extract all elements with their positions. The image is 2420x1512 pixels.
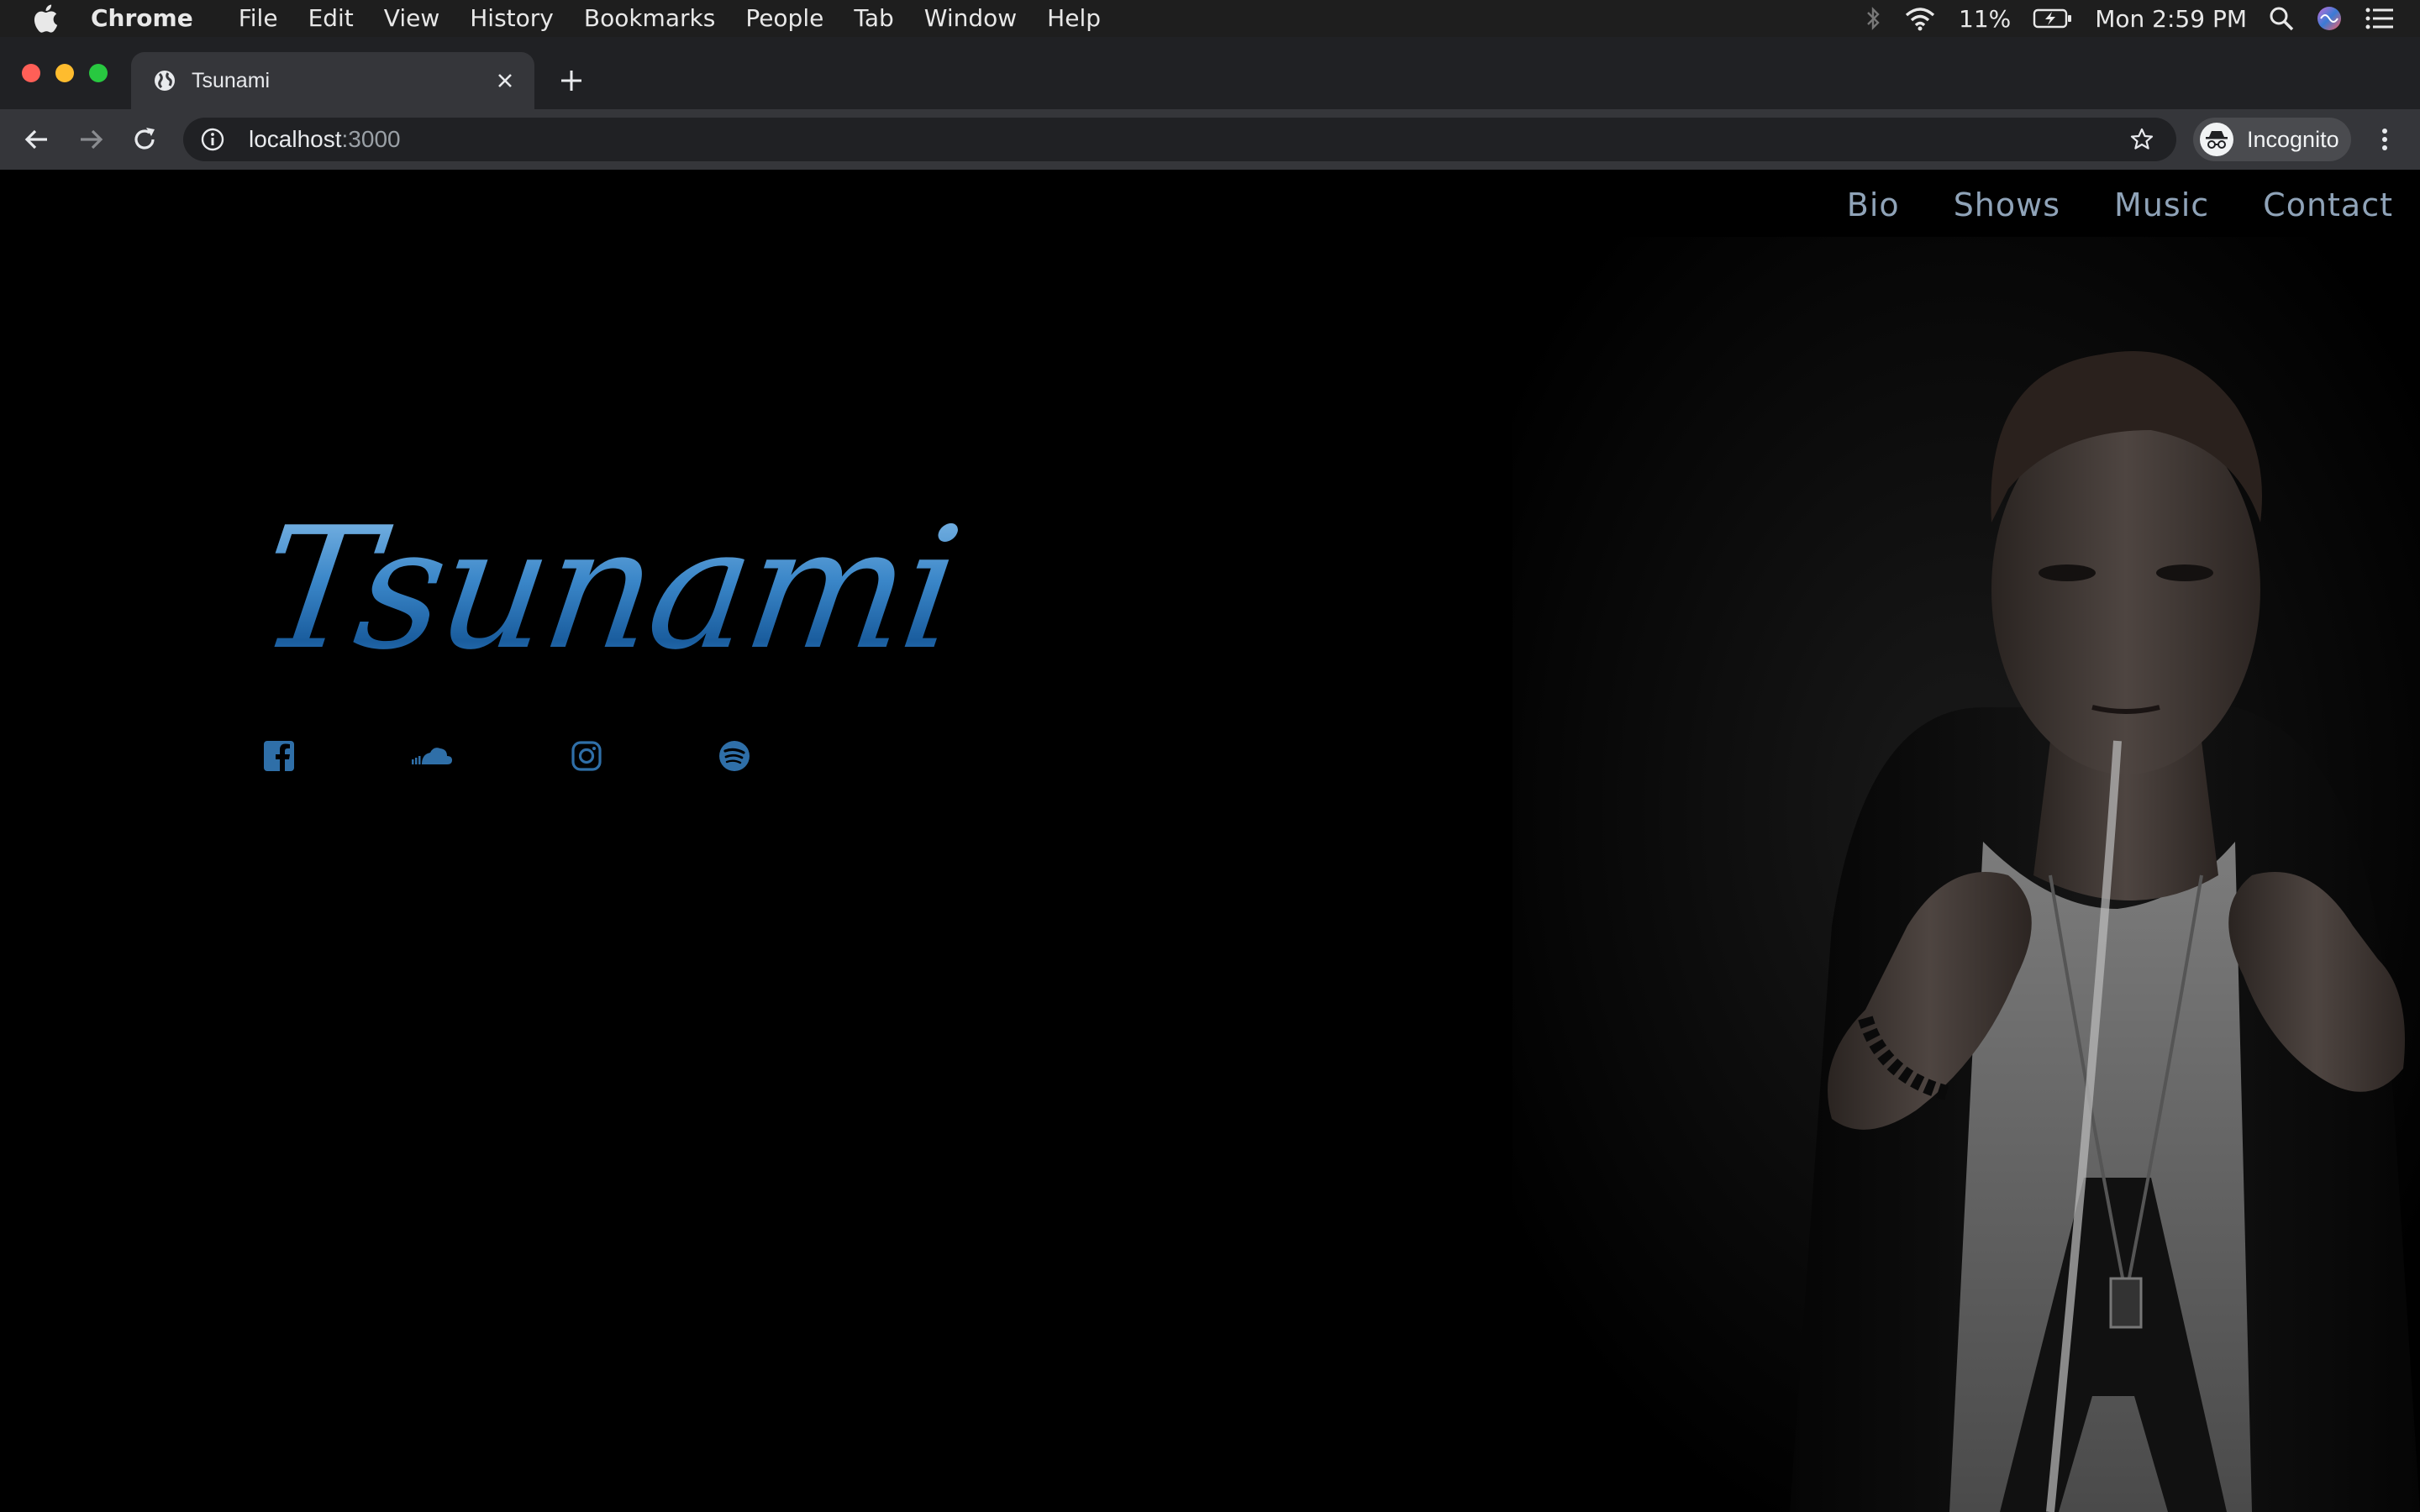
menu-people[interactable]: People (730, 0, 839, 37)
facebook-icon[interactable] (262, 739, 296, 773)
incognito-icon (2200, 123, 2233, 156)
artist-portrait-image (1512, 237, 2420, 1512)
new-tab-plus-icon[interactable] (558, 67, 585, 94)
soundcloud-icon[interactable] (410, 739, 454, 773)
menu-view[interactable]: View (369, 0, 455, 37)
page-viewport: Bio Shows Music Contact Tsunami (0, 170, 2420, 1512)
more-menu-icon[interactable] (2370, 124, 2400, 155)
menu-file[interactable]: File (224, 0, 293, 37)
spotify-icon[interactable] (718, 739, 751, 773)
browser-toolbar: localhost:3000 Incognito (0, 109, 2420, 170)
menu-window[interactable]: Window (909, 0, 1032, 37)
site-info-icon[interactable] (200, 127, 225, 152)
wifi-icon[interactable] (1903, 6, 1937, 31)
nav-contact-link[interactable]: Contact (2263, 186, 2393, 223)
menu-bookmarks[interactable]: Bookmarks (569, 0, 730, 37)
window-minimize-button[interactable] (55, 64, 74, 82)
siri-icon[interactable] (2316, 5, 2343, 32)
menu-help[interactable]: Help (1032, 0, 1116, 37)
battery-icon[interactable] (2033, 7, 2073, 30)
menu-history[interactable]: History (455, 0, 569, 37)
bluetooth-icon[interactable] (1865, 6, 1881, 31)
globe-icon (155, 71, 175, 91)
menu-edit[interactable]: Edit (293, 0, 369, 37)
url-port: :3000 (341, 126, 401, 152)
instagram-icon[interactable] (570, 739, 603, 773)
forward-arrow-icon[interactable] (76, 124, 106, 155)
nav-bio-link[interactable]: Bio (1847, 186, 1900, 223)
tab-title: Tsunami (192, 68, 271, 92)
menu-app-name[interactable]: Chrome (91, 0, 224, 37)
nav-shows-link[interactable]: Shows (1954, 186, 2060, 223)
reload-icon[interactable] (129, 124, 160, 155)
battery-percent: 11% (1959, 4, 2012, 33)
url-host: localhost (249, 126, 342, 152)
address-bar[interactable]: localhost:3000 (183, 118, 2176, 161)
notification-center-icon[interactable] (2365, 7, 2395, 30)
apple-menu-icon[interactable] (0, 4, 91, 33)
menubar-clock[interactable]: Mon 2:59 PM (2095, 5, 2247, 33)
tab-tsunami[interactable]: Tsunami (131, 52, 534, 109)
incognito-profile-button[interactable]: Incognito (2193, 118, 2351, 161)
menu-tab[interactable]: Tab (839, 0, 908, 37)
tab-close-icon[interactable] (494, 70, 516, 92)
profile-label: Incognito (2247, 126, 2339, 152)
nav-music-link[interactable]: Music (2114, 186, 2209, 223)
bookmark-star-icon[interactable] (2129, 127, 2154, 152)
macos-menu-bar: Chrome File Edit View History Bookmarks … (0, 0, 2420, 37)
spotlight-search-icon[interactable] (2269, 6, 2294, 31)
site-navigation: Bio Shows Music Contact (1847, 186, 2393, 223)
back-arrow-icon[interactable] (22, 124, 52, 155)
window-zoom-button[interactable] (89, 64, 108, 82)
browser-tab-strip: Tsunami (0, 37, 2420, 109)
window-close-button[interactable] (22, 64, 40, 82)
tsunami-logo: Tsunami (248, 491, 969, 687)
